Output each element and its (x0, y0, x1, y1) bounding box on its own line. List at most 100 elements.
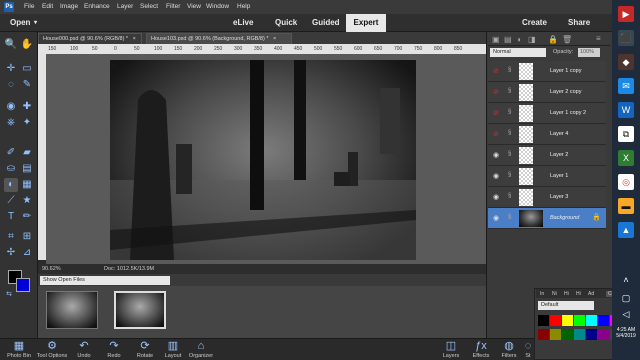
mode-elive[interactable]: eLive (233, 18, 253, 27)
color-swatch[interactable] (586, 315, 597, 326)
sponge-tool-icon[interactable]: ▦ (20, 178, 34, 192)
layer-row[interactable]: ⊘ § Layer 2 copy (488, 82, 606, 103)
hand-tool-icon[interactable]: ✋ (20, 38, 34, 52)
recompose-tool-icon[interactable]: ⊞ (20, 230, 34, 244)
color-swatch[interactable] (562, 315, 573, 326)
eye-icon[interactable]: ◉ (493, 151, 499, 159)
layer-row[interactable]: ⊘ § Layer 4 (488, 124, 606, 145)
type-tool-icon[interactable]: T (4, 210, 18, 224)
panel-tab-icon[interactable]: Hi (564, 291, 569, 297)
color-swatch[interactable] (538, 315, 549, 326)
menu-layer[interactable]: Layer (117, 3, 133, 10)
create-button[interactable]: Create (522, 18, 547, 27)
lock-icon[interactable]: 🔒 (548, 35, 558, 44)
marquee-tool-icon[interactable]: ▭ (20, 62, 34, 76)
menu-select[interactable]: Select (140, 3, 158, 10)
close-icon[interactable]: × (133, 36, 136, 42)
panel-tab-icon[interactable]: Ni (552, 291, 557, 297)
redo-button[interactable]: ↷ Redo (104, 340, 124, 359)
color-swatch[interactable] (550, 329, 561, 340)
network-icon[interactable]: ▢ (618, 290, 634, 306)
mode-guided[interactable]: Guided (312, 18, 340, 27)
hidden-eye-icon[interactable]: ⊘ (493, 88, 499, 96)
effects-button[interactable]: ƒx Effects (468, 340, 494, 359)
volume-icon[interactable]: ◁ (618, 306, 634, 322)
organizer-button[interactable]: ⌂ Organizer (186, 340, 216, 359)
color-swatch[interactable] (586, 329, 597, 340)
color-swatch[interactable] (538, 329, 549, 340)
app-icon[interactable]: ◆ (618, 54, 634, 70)
os-clock[interactable]: 4:25 AM 5/4/2019 (612, 327, 640, 339)
menu-image[interactable]: Image (60, 3, 78, 10)
show-files-select[interactable]: Show Open Files (40, 276, 170, 285)
share-button[interactable]: Share (568, 18, 590, 27)
layer-row[interactable]: ◉ § Layer 3 (488, 187, 606, 208)
open-button[interactable]: Open (10, 18, 30, 27)
doc-tab-house000[interactable]: House000.psd @ 90.6% (RGB/8) * × (38, 33, 142, 44)
color-swatch[interactable] (574, 315, 585, 326)
panel-tab-icon[interactable]: In (540, 291, 544, 297)
photo-bin-button[interactable]: ▦ Photo Bin (4, 340, 34, 359)
eye-icon[interactable]: ◉ (493, 214, 499, 222)
filters-button[interactable]: ◍ Filters (498, 340, 520, 359)
word-icon[interactable]: W (618, 102, 634, 118)
opacity-field[interactable]: 100% (578, 48, 600, 57)
menu-file[interactable]: File (24, 3, 34, 10)
menu-edit[interactable]: Edit (42, 3, 53, 10)
pencil-tool-icon[interactable]: ✏ (20, 210, 34, 224)
new-group-icon[interactable]: ▤ (504, 35, 512, 44)
rotate-button[interactable]: ⟳ Rotate (132, 340, 158, 359)
bin-thumbnail-house103[interactable] (114, 291, 166, 329)
new-layer-icon[interactable]: ▣ (492, 35, 500, 44)
color-swatch[interactable] (598, 329, 609, 340)
adjustment-layer-icon[interactable]: ◑ (516, 35, 521, 44)
eyedropper-tool-icon[interactable]: ⟋ (4, 194, 18, 208)
doc-tab-house103[interactable]: House103.psd @ 90.6% (Background, RGB/8)… (146, 33, 292, 44)
menu-window[interactable]: Window (206, 3, 229, 10)
menu-help[interactable]: Help (237, 3, 250, 10)
eraser-tool-icon[interactable]: ▰ (20, 146, 34, 160)
blur-tool-icon[interactable]: ◐ (4, 178, 18, 192)
lasso-tool-icon[interactable]: ◌ (4, 78, 18, 92)
quick-select-tool-icon[interactable]: ✎ (20, 78, 34, 92)
layer-row[interactable]: ⊘ § Layer 1 copy (488, 61, 606, 82)
mode-quick[interactable]: Quick (275, 18, 297, 27)
menu-filter[interactable]: Filter (166, 3, 180, 10)
open-dropdown-icon[interactable]: ▾ (34, 19, 37, 26)
move-tool-icon[interactable]: ✛ (4, 62, 18, 76)
app-icon[interactable]: ⧉ (618, 126, 634, 142)
undo-button[interactable]: ↶ Undo (74, 340, 94, 359)
spot-healing-tool-icon[interactable]: ✚ (20, 100, 34, 114)
custom-shape-tool-icon[interactable]: ★ (20, 194, 34, 208)
menu-view[interactable]: View (187, 3, 201, 10)
mode-expert[interactable]: Expert (346, 14, 386, 32)
folder-icon[interactable]: ▬ (618, 198, 634, 214)
eye-tool-icon[interactable]: ◉ (4, 100, 18, 114)
bin-thumbnail-house000[interactable] (46, 291, 98, 329)
menu-enhance[interactable]: Enhance (84, 3, 110, 10)
excel-icon[interactable]: X (618, 150, 634, 166)
crop-tool-icon[interactable]: ⌗ (4, 230, 18, 244)
close-icon[interactable]: × (273, 36, 276, 42)
styles-button[interactable]: ◌ St (522, 340, 534, 359)
panel-tab-icon[interactable]: Hi (576, 291, 581, 297)
straighten-tool-icon[interactable]: ⊿ (20, 246, 34, 260)
paint-bucket-tool-icon[interactable]: ⛀ (4, 162, 18, 176)
panel-menu-icon[interactable]: ≡ (596, 34, 601, 43)
color-swatch[interactable] (562, 329, 573, 340)
color-swatch[interactable] (598, 315, 609, 326)
eye-icon[interactable]: ◉ (493, 193, 499, 201)
photos-icon[interactable]: ▲ (618, 222, 634, 238)
zoom-tool-icon[interactable]: 🔍 (4, 38, 18, 52)
smart-brush-tool-icon[interactable]: ✦ (20, 116, 34, 130)
layer-row[interactable]: ◉ § Layer 1 (488, 166, 606, 187)
background-color-swatch[interactable] (16, 278, 30, 292)
hidden-eye-icon[interactable]: ⊘ (493, 67, 499, 75)
swap-colors-icon[interactable]: ⇆ (2, 288, 16, 302)
layout-button[interactable]: ▥ Layout (160, 340, 186, 359)
hidden-eye-icon[interactable]: ⊘ (493, 109, 499, 117)
document-image[interactable] (110, 60, 416, 260)
color-swatch[interactable] (550, 315, 561, 326)
layers-button[interactable]: ◫ Layers (438, 340, 464, 359)
layer-row[interactable]: ◉ § Layer 2 (488, 145, 606, 166)
